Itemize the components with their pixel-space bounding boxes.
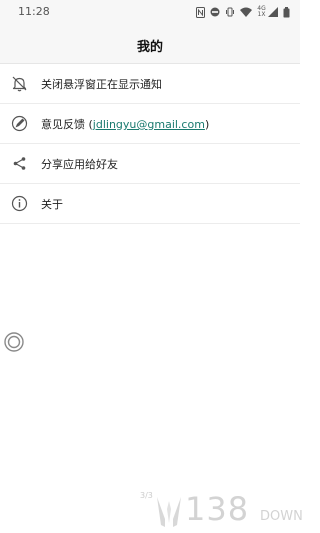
- settings-list: 关闭悬浮窗正在显示通知 意见反馈 (jdlingyu@gmail.com) 分享…: [0, 64, 300, 224]
- status-icons: 4G 1X: [196, 5, 290, 19]
- bell-off-icon: [11, 75, 28, 92]
- page-indicator: 3/3: [140, 491, 153, 500]
- cellular-signal-icon: [268, 7, 278, 17]
- network-type-label: 4G 1X: [257, 6, 266, 18]
- network-type-bottom: 1X: [257, 11, 266, 18]
- pen-icon: [11, 115, 28, 132]
- watermark-subtext: DOWN: [260, 509, 303, 524]
- menu-item-label: 分享应用给好友: [41, 158, 118, 171]
- menu-item-about[interactable]: 关于: [0, 184, 300, 224]
- feedback-email-link[interactable]: jdlingyu@gmail.com: [93, 118, 205, 131]
- page-title: 我的: [136, 40, 163, 55]
- status-time: 11:28: [18, 5, 50, 18]
- share-icon: [11, 155, 28, 172]
- do-not-disturb-icon: [210, 7, 220, 17]
- watermark-text: 138: [185, 490, 250, 528]
- menu-item-label: 意见反馈 (jdlingyu@gmail.com): [41, 116, 209, 132]
- menu-item-feedback[interactable]: 意见反馈 (jdlingyu@gmail.com): [0, 104, 300, 144]
- battery-icon: [283, 6, 290, 18]
- menu-item-disable-notification[interactable]: 关闭悬浮窗正在显示通知: [0, 64, 300, 104]
- feedback-label-suffix: ): [204, 118, 210, 131]
- 138down-logo: [155, 495, 183, 533]
- vibrate-icon: [225, 7, 235, 17]
- nfc-icon: [196, 6, 205, 18]
- wifi-icon: [240, 7, 252, 17]
- menu-item-label: 关于: [41, 198, 63, 211]
- floating-ball-icon[interactable]: [4, 332, 24, 352]
- app-header: 我的: [0, 24, 300, 64]
- feedback-label-prefix: 意见反馈 (: [41, 118, 93, 131]
- watermark: 138 DOWN: [153, 490, 303, 533]
- info-icon: [11, 195, 28, 212]
- menu-item-share[interactable]: 分享应用给好友: [0, 144, 300, 184]
- status-bar: 11:28 4G 1X: [0, 0, 300, 24]
- menu-item-label: 关闭悬浮窗正在显示通知: [41, 78, 162, 91]
